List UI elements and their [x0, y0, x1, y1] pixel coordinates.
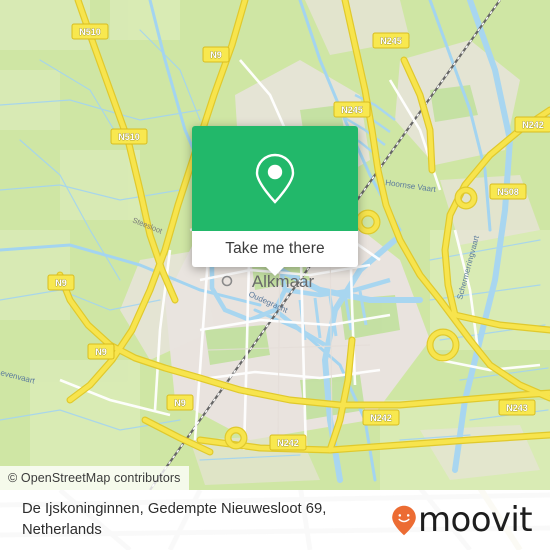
footer-bar: De Ijskoninginnen, Gedempte Nieuwesloot … [0, 490, 550, 550]
svg-text:N243: N243 [506, 403, 528, 413]
card-pointer-tail [266, 267, 284, 276]
svg-text:N9: N9 [174, 398, 186, 408]
svg-text:N242: N242 [277, 438, 299, 448]
location-popup-card[interactable]: Take me there [192, 126, 358, 276]
svg-text:N242: N242 [522, 120, 544, 130]
location-address: De Ijskoninginnen, Gedempte Nieuwesloot … [22, 501, 327, 538]
svg-text:N9: N9 [210, 50, 222, 60]
svg-text:N9: N9 [95, 347, 107, 357]
openstreetmap-attribution[interactable]: © OpenStreetMap contributors [0, 466, 189, 490]
svg-text:N508: N508 [497, 187, 519, 197]
moovit-location-card-screenshot: Hoornse Vaart Schermerringvaart Oudegrac… [0, 0, 550, 550]
moovit-pin-smiley-icon [392, 505, 416, 535]
map-pin-icon [255, 153, 295, 204]
svg-text:N245: N245 [341, 105, 363, 115]
svg-text:N510: N510 [79, 27, 101, 37]
svg-text:N245: N245 [380, 36, 402, 46]
take-me-there-label: Take me there [225, 240, 325, 257]
svg-text:N242: N242 [370, 413, 392, 423]
take-me-there-button[interactable]: Take me there [192, 231, 358, 276]
moovit-wordmark: moovit [417, 500, 533, 540]
moovit-logo[interactable]: moovit [391, 500, 533, 540]
svg-text:N9: N9 [55, 278, 67, 288]
card-pin-panel [192, 126, 358, 231]
svg-text:N510: N510 [118, 132, 140, 142]
